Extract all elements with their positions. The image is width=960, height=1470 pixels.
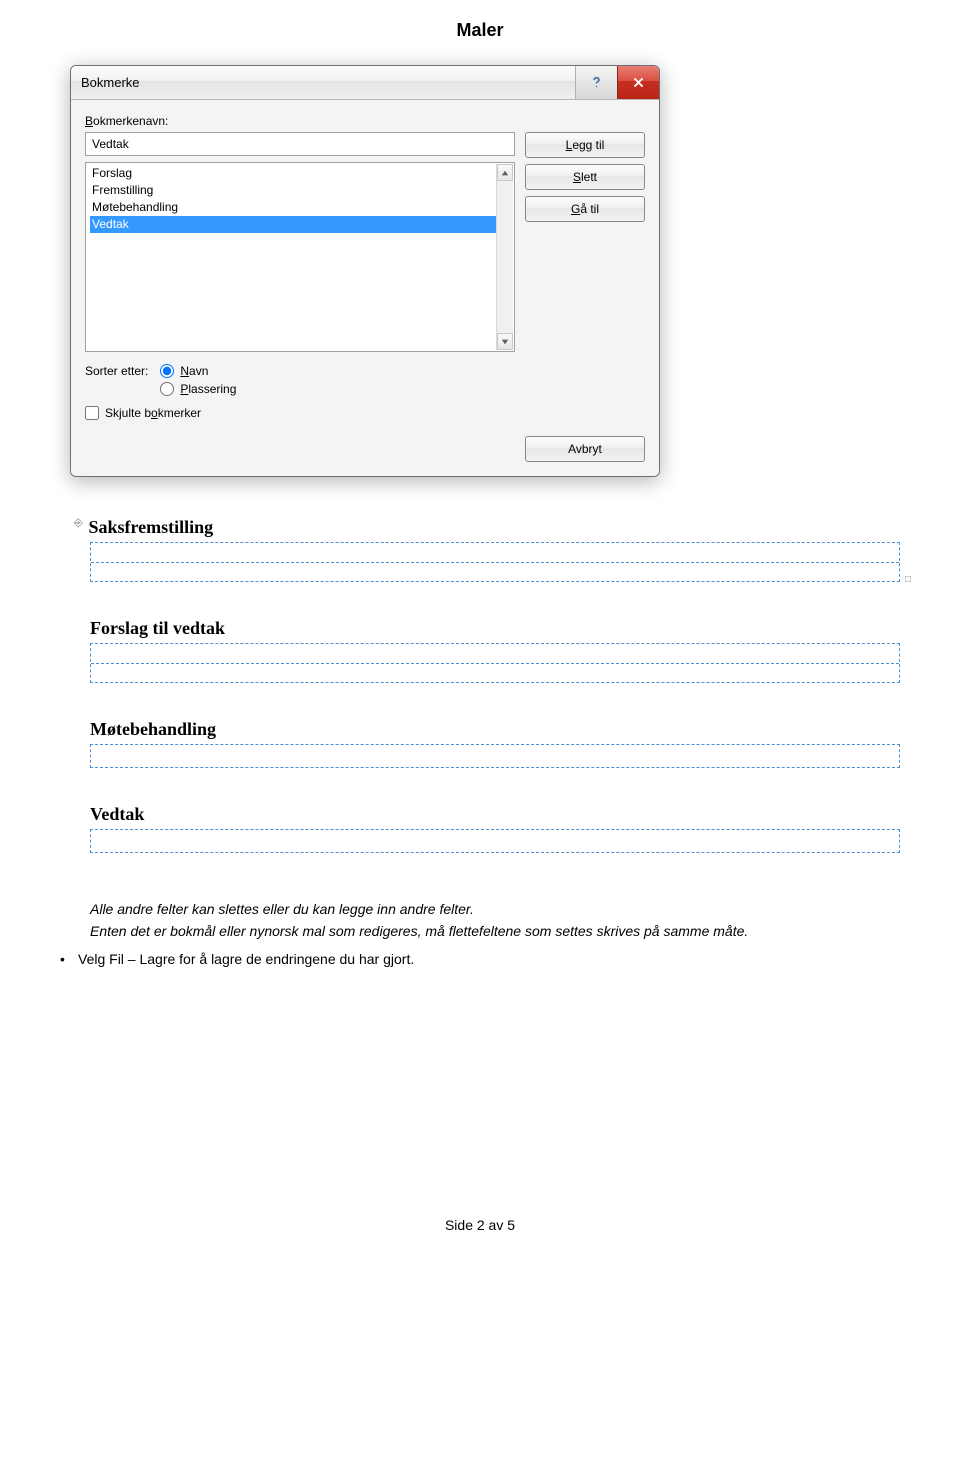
page-footer: Side 2 av 5 [60,1217,900,1233]
merge-field [90,829,900,853]
bullet-text: Velg Fil – Lagre for å lagre de endringe… [78,951,414,967]
merge-field [90,643,900,683]
section-vedtak: Vedtak [60,804,900,853]
section-motebehandling: Møtebehandling [60,719,900,768]
scroll-up-icon[interactable] [497,164,513,181]
hidden-bookmarks-checkbox[interactable]: Skjulte bokmerker [85,406,645,420]
cancel-button[interactable]: Avbryt [525,436,645,462]
radio-name[interactable]: Navn [160,364,236,378]
bullet-item: • Velg Fil – Lagre for å lagre de endrin… [60,951,900,967]
radio-location[interactable]: Plassering [160,382,236,396]
close-button[interactable] [617,66,659,99]
section-forslag: Forslag til vedtak [60,618,900,683]
goto-button[interactable]: Gå til [525,196,645,222]
bookmark-name-input[interactable] [85,132,515,156]
merge-field [90,744,900,768]
scrollbar[interactable] [496,164,513,350]
section-saksfremstilling: ⎆ Saksfremstilling □ [60,517,900,582]
scroll-down-icon[interactable] [497,333,513,350]
dialog-title: Bokmerke [81,75,575,90]
page-title: Maler [60,20,900,41]
instruction-text: Alle andre felter kan slettes eller du k… [60,901,900,967]
para-1: Alle andre felter kan slettes eller du k… [90,901,900,917]
section-heading: Møtebehandling [90,719,216,739]
merge-field: □ [90,542,900,582]
bullet-icon: • [60,951,68,967]
anchor-icon: ⎆ [74,517,84,530]
dialog-body: Bokmerkenavn: // tiny helper so label re… [71,100,659,476]
end-marker-icon: □ [905,574,911,585]
list-item[interactable]: Vedtak [90,216,496,233]
bookmark-dialog: Bokmerke Bokmerkenavn: [70,65,660,477]
sort-label: Sorter etter: [85,364,148,378]
titlebar: Bokmerke [71,66,659,100]
list-item[interactable]: Forslag [90,165,496,182]
list-item[interactable]: Fremstilling [90,182,496,199]
section-heading: Saksfremstilling [88,517,213,537]
bookmark-list[interactable]: Forslag Fremstilling Møtebehandling Vedt… [85,162,515,352]
para-2: Enten det er bokmål eller nynorsk mal so… [90,923,900,939]
delete-button[interactable]: Slett [525,164,645,190]
help-button[interactable] [575,66,617,99]
section-heading: Forslag til vedtak [90,618,225,638]
bookmark-name-label: Bokmerkenavn: [85,114,645,128]
section-heading: Vedtak [90,804,144,824]
list-item[interactable]: Møtebehandling [90,199,496,216]
add-button[interactable]: Legg til [525,132,645,158]
